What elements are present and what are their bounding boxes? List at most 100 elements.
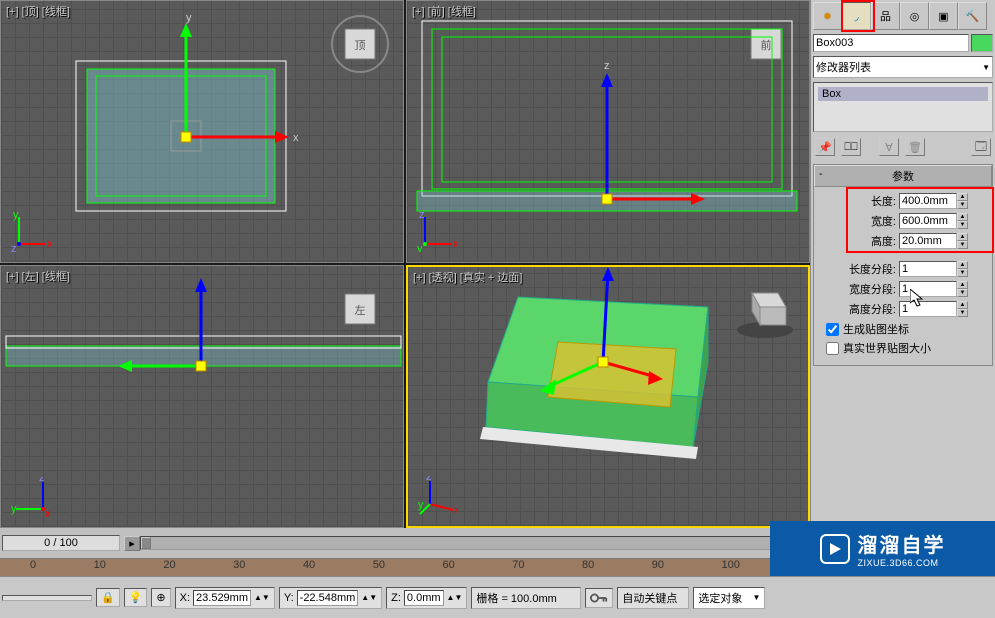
command-panel: ✹ ◞ 品 ◎ ▣ 🔨 修改器列表 ▼ Box 📌 ⎕⎕ ∀ 🗑 🗔 - 参数: [810, 0, 995, 576]
tab-modify[interactable]: ◞: [842, 2, 871, 30]
real-world-checkbox[interactable]: [826, 342, 839, 355]
spin-up[interactable]: ▲: [957, 233, 968, 241]
viewport-perspective[interactable]: [+] [透视] [真实 + 边面] x z y: [406, 265, 810, 528]
configure-icon: 🗔: [975, 138, 987, 157]
tab-utilities[interactable]: 🔨: [958, 2, 987, 30]
timeline-track[interactable]: [140, 536, 810, 550]
key-icon[interactable]: [585, 588, 613, 608]
spin-up[interactable]: ▲: [957, 281, 968, 289]
viewport-left[interactable]: [+] [左] [线框] 左 y z x: [0, 265, 404, 528]
timeline-play-arrow[interactable]: ▸: [124, 536, 140, 551]
height-label: 高度:: [818, 233, 896, 249]
width-row: 宽度: ▲▼: [818, 213, 988, 229]
coord-y: Y:-22.548mm▲▼: [279, 587, 382, 609]
display-icon: ▣: [938, 10, 948, 23]
watermark-url: ZIXUE.3D66.COM: [858, 558, 946, 568]
length-segs-row: 长度分段: ▲▼: [818, 261, 988, 277]
selected-dropdown[interactable]: 选定对象▼: [693, 587, 765, 609]
hierarchy-icon: 品: [880, 8, 891, 24]
command-panel-tabs: ✹ ◞ 品 ◎ ▣ 🔨: [813, 2, 993, 30]
watermark-banner: 溜溜自学 ZIXUE.3D66.COM: [770, 521, 995, 576]
arc-icon: ◞: [854, 10, 858, 23]
toolbar-selection-lock[interactable]: 🔒: [96, 588, 120, 607]
watermark-brand: 溜溜自学: [858, 529, 946, 558]
tab-display[interactable]: ▣: [929, 2, 958, 30]
minus-icon: -: [819, 168, 823, 180]
real-world-label: 真实世界贴图大小: [843, 340, 931, 356]
configure-sets-button[interactable]: 🗔: [971, 138, 991, 156]
modifier-list-dropdown[interactable]: 修改器列表 ▼: [813, 56, 993, 78]
object-name-row: [813, 34, 993, 52]
tab-motion[interactable]: ◎: [900, 2, 929, 30]
spin-up[interactable]: ▲: [957, 261, 968, 269]
rollout-header[interactable]: - 参数: [814, 165, 992, 187]
show-end-result-button[interactable]: ⎕⎕: [841, 138, 861, 156]
spin-down[interactable]: ▼: [957, 289, 968, 297]
spin-up[interactable]: ▲: [957, 301, 968, 309]
perspective-geometry: [408, 267, 808, 526]
tab-create[interactable]: ✹: [813, 2, 842, 30]
front-geometry: z: [407, 1, 809, 262]
left-geometry: [1, 266, 403, 527]
motion-icon: ◎: [910, 10, 920, 23]
spin-down[interactable]: ▼: [957, 309, 968, 317]
spin-up[interactable]: ▲: [957, 193, 968, 201]
gen-map-checkbox[interactable]: [826, 323, 839, 336]
auto-key-button[interactable]: 自动关键点: [617, 587, 689, 609]
cursor-icon: [910, 289, 926, 309]
pin-stack-button[interactable]: 📌: [815, 138, 835, 156]
rollout-title: 参数: [892, 171, 914, 183]
viewport-top[interactable]: [+] [顶] [线框] 顶 y x x y z: [0, 0, 404, 263]
script-listener[interactable]: [2, 595, 92, 601]
play-icon: [820, 534, 850, 564]
viewport-front[interactable]: [+] [前] [线框] 前 z x z y: [406, 0, 810, 263]
crosshair-icon[interactable]: ⊕: [151, 588, 170, 607]
hammer-icon: 🔨: [966, 10, 980, 23]
trash-icon: 🗑: [908, 141, 922, 154]
tab-hierarchy[interactable]: 品: [871, 2, 900, 30]
timeline-slider[interactable]: [141, 537, 151, 549]
grid-readout: 栅格 = 100.0mm: [471, 587, 581, 609]
width-label: 宽度:: [818, 213, 896, 229]
svg-text:x: x: [293, 132, 299, 144]
parameters-rollout: - 参数 长度: ▲▼ 宽度: ▲▼ 高度: ▲▼ 长度分段: ▲▼: [813, 164, 993, 366]
length-input[interactable]: [899, 193, 957, 209]
status-bar: 🔒 💡 ⊕ X:23.529mm▲▼ Y:-22.548mm▲▼ Z:0.0mm…: [0, 576, 995, 618]
svg-text:y: y: [186, 12, 192, 24]
coord-y-input[interactable]: -22.548mm: [297, 590, 359, 606]
make-unique-button[interactable]: ∀: [879, 138, 899, 156]
height-input[interactable]: [899, 233, 957, 249]
width-input[interactable]: [899, 213, 957, 229]
timeline-ruler: 010 2030 4050 6070 8090 100: [0, 558, 770, 576]
viewport-quad: [+] [顶] [线框] 顶 y x x y z [+] [前] [线框]: [0, 0, 810, 528]
lightbulb-icon[interactable]: 💡: [124, 588, 148, 607]
lock-icon: 🔒: [101, 591, 115, 604]
unique-icon: ∀: [885, 141, 893, 154]
sun-icon: ✹: [823, 10, 832, 23]
width-segs-input[interactable]: [899, 281, 957, 297]
time-range: 0 / 100: [2, 535, 120, 551]
stack-item-box[interactable]: Box: [818, 87, 988, 101]
modifier-stack[interactable]: Box: [813, 82, 993, 132]
object-color-swatch[interactable]: [971, 34, 993, 52]
top-geometry: y x: [1, 1, 403, 262]
timeline[interactable]: 0 / 100 ▸: [0, 528, 810, 558]
chevron-down-icon: ▼: [982, 63, 990, 72]
coord-z-input[interactable]: 0.0mm: [404, 590, 444, 606]
remove-modifier-button[interactable]: 🗑: [905, 138, 925, 156]
height-segs-input[interactable]: [899, 301, 957, 317]
spin-down[interactable]: ▼: [957, 221, 968, 229]
svg-text:z: z: [604, 60, 610, 72]
coord-x: X:23.529mm▲▼: [175, 587, 275, 609]
spin-down[interactable]: ▼: [957, 269, 968, 277]
width-segs-label: 宽度分段:: [818, 281, 896, 297]
object-name-input[interactable]: [813, 34, 969, 52]
length-segs-input[interactable]: [899, 261, 957, 277]
spin-down[interactable]: ▼: [957, 201, 968, 209]
spin-down[interactable]: ▼: [957, 241, 968, 249]
coord-x-input[interactable]: 23.529mm: [193, 590, 251, 606]
pin-icon: 📌: [818, 141, 832, 154]
spin-up[interactable]: ▲: [957, 213, 968, 221]
height-segs-row: 高度分段: ▲▼: [818, 301, 988, 317]
length-segs-label: 长度分段:: [818, 261, 896, 277]
